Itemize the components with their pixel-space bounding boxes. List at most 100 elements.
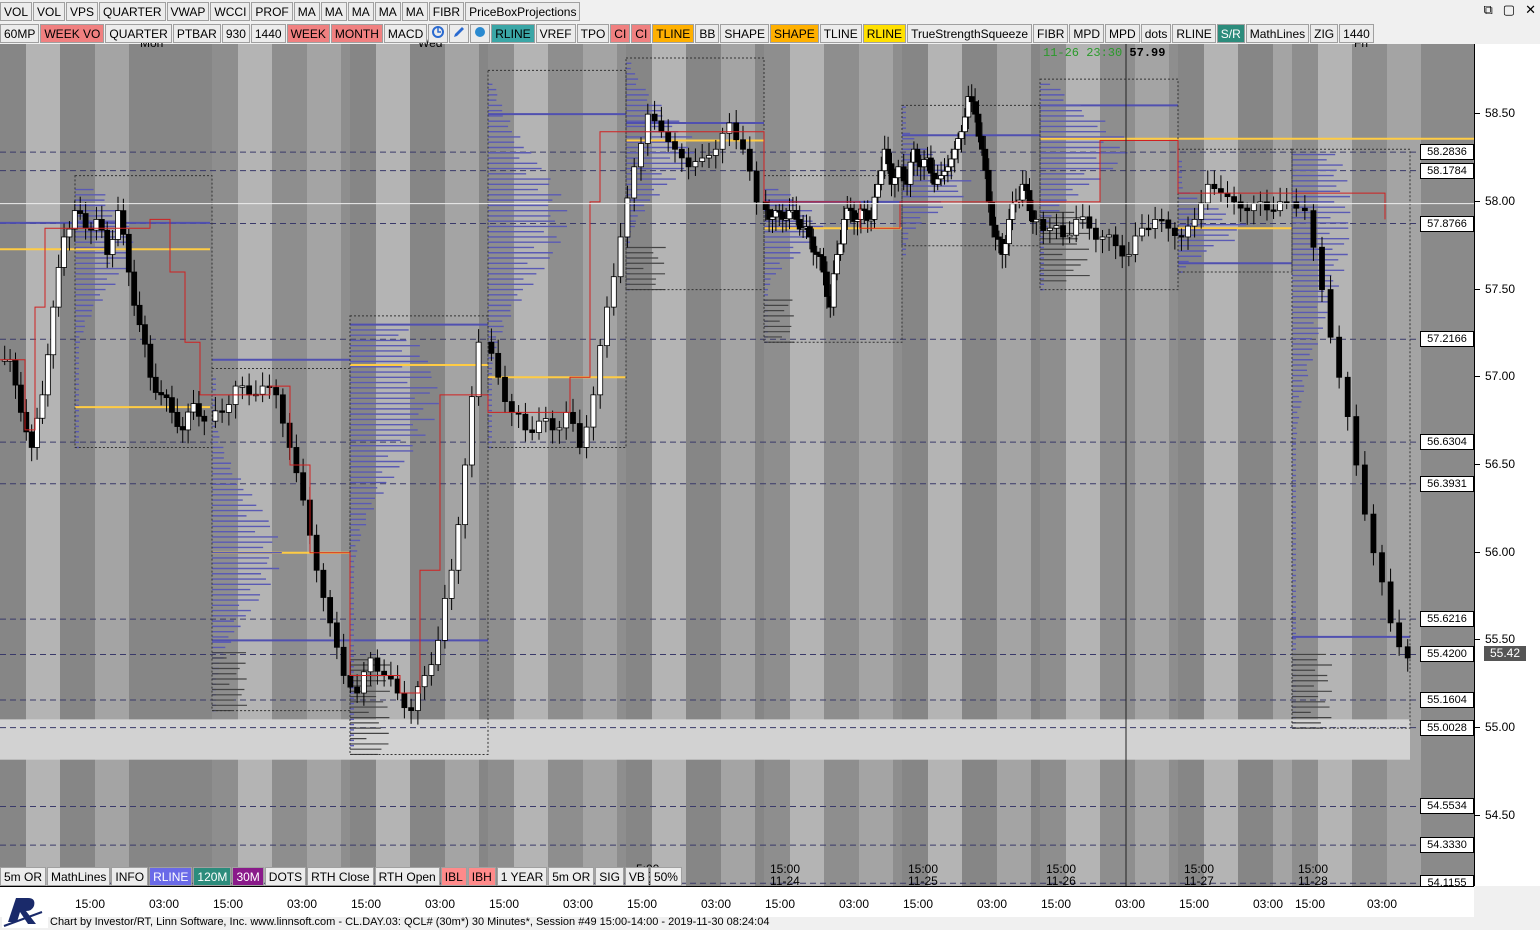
bottom-button-1-year[interactable]: 1 YEAR — [496, 866, 548, 886]
window-controls: ⧉ ▢ ✕ — [1484, 2, 1537, 18]
settings-icon[interactable] — [428, 23, 449, 43]
tb-button-1440[interactable]: 1440 — [250, 23, 286, 43]
bottom-button-5m-or[interactable]: 5m OR — [0, 866, 47, 886]
candle-body — [320, 569, 327, 598]
top-button-vol[interactable]: VOL — [33, 1, 66, 21]
candle-body — [644, 113, 651, 144]
tb-button-ci[interactable]: CI — [610, 23, 631, 43]
close-window-icon[interactable]: ✕ — [1525, 2, 1536, 18]
time-axis[interactable]: 15:00 03:00 15:00 03:00 15:00 03:00 15:00 03:00… — [0, 886, 1474, 917]
candle-body — [508, 401, 515, 413]
tb-button-fibr[interactable]: FIBR — [1033, 23, 1069, 43]
candle-body — [219, 410, 226, 413]
tb-button-bb[interactable]: BB — [695, 23, 720, 43]
bottom-button-rline[interactable]: RLINE — [149, 866, 193, 886]
candle-body — [1198, 202, 1205, 220]
top-button-prof[interactable]: PROF — [251, 1, 293, 21]
tb-button-s-r[interactable]: S/R — [1216, 23, 1245, 43]
tb-button-1440[interactable]: 1440 — [1339, 23, 1374, 43]
candle-body — [115, 210, 121, 240]
top-button-wcci[interactable]: WCCI — [210, 1, 251, 21]
tb-button-tpo[interactable]: TPO — [576, 23, 610, 43]
price-chart[interactable] — [0, 44, 1474, 886]
price-tick-label: 57.50 — [1474, 281, 1516, 296]
candle-body — [273, 387, 280, 396]
bottom-button-dots[interactable]: DOTS — [264, 866, 307, 886]
bottom-button-rth-close[interactable]: RTH Close — [307, 866, 374, 886]
tb-button-vref[interactable]: VREF — [535, 23, 576, 43]
candle-body — [340, 646, 347, 676]
top-button-ma[interactable]: MA — [401, 1, 428, 21]
candle-body — [408, 707, 415, 711]
bottom-button-ibl[interactable]: IBL — [440, 866, 467, 886]
top-button-ma[interactable]: MA — [374, 1, 401, 21]
tb-button-rline[interactable]: RLINE — [1172, 23, 1216, 43]
tb-button-mpd[interactable]: MPD — [1105, 23, 1140, 43]
top-button-fibr[interactable]: FIBR — [428, 1, 465, 21]
tb-button-rline[interactable]: RLINE — [491, 23, 535, 43]
tb-button-tline[interactable]: TLINE — [819, 23, 862, 43]
tb-button-dots[interactable]: dots — [1140, 23, 1172, 43]
candle-body — [104, 229, 111, 255]
bottom-button-rth-open[interactable]: RTH Open — [374, 866, 440, 886]
bottom-button-info[interactable]: INFO — [111, 866, 149, 886]
bottom-button-vb[interactable]: VB — [624, 866, 649, 886]
tb-button-60mp[interactable]: 60MP — [0, 23, 40, 43]
bottom-button-mathlines[interactable]: MathLines — [47, 866, 111, 886]
time-tick-label: 15:00 — [1040, 897, 1072, 911]
top-button-vps[interactable]: VPS — [66, 1, 99, 21]
price-level-label: 55.1604 — [1420, 691, 1474, 708]
price-tick-label: 54.50 — [1474, 807, 1516, 822]
tb-button-tline[interactable]: TLINE — [652, 23, 695, 43]
bottom-button-120m[interactable]: 120M — [193, 866, 232, 886]
top-button-ma[interactable]: MA — [347, 1, 374, 21]
candle-body — [190, 403, 197, 413]
tb-button-quarter[interactable]: QUARTER — [105, 23, 172, 43]
bottom-button-30m[interactable]: 30M — [232, 866, 264, 886]
tb-button-week-vo[interactable]: WEEK VO — [40, 23, 105, 43]
tb-button-shape[interactable]: SHAPE — [720, 23, 770, 43]
bottom-button-ibh[interactable]: IBH — [467, 866, 496, 886]
tb-button-930[interactable]: 930 — [221, 23, 250, 43]
refresh-icon[interactable] — [470, 23, 491, 43]
tb-button-truestrengthsqueeze[interactable]: TrueStrengthSqueeze — [907, 23, 1033, 43]
tb-button-ci[interactable]: CI — [631, 23, 652, 43]
top-button-ma[interactable]: MA — [320, 1, 347, 21]
time-tick-label: 15:00 — [350, 897, 382, 911]
candle-body — [441, 598, 448, 641]
candle-body — [1093, 227, 1099, 240]
candle-body — [672, 141, 678, 150]
tb-button-mathlines[interactable]: MathLines — [1245, 23, 1310, 43]
tb-button-rline[interactable]: RLINE — [862, 23, 907, 43]
top-button-ma[interactable]: MA — [293, 1, 320, 21]
bottom-button-5m-or[interactable]: 5m OR — [548, 866, 595, 886]
bottom-button-50-[interactable]: 50% — [649, 866, 682, 886]
price-tick-label: 55.00 — [1474, 720, 1516, 735]
tb-button-month[interactable]: MONTH — [330, 23, 383, 43]
top-button-vol[interactable]: VOL — [0, 1, 33, 21]
pencil-icon[interactable] — [449, 23, 470, 43]
candle-body — [1119, 245, 1126, 257]
tb-button-shape[interactable]: SHAPE — [770, 23, 819, 43]
tb-button-zig[interactable]: ZIG — [1310, 23, 1339, 43]
tb-button-mpd[interactable]: MPD — [1069, 23, 1105, 43]
candle-body — [475, 341, 482, 398]
price-tick-label: 58.00 — [1474, 193, 1516, 208]
top-button-priceboxprojections[interactable]: PriceBoxProjections — [465, 1, 581, 21]
bottom-button-sig[interactable]: SIG — [595, 866, 624, 886]
price-axis[interactable]: 58.50 58.00 57.50 57.00 56.50 56.00 55.50 55.00… — [1474, 44, 1540, 886]
top-button-quarter[interactable]: QUARTER — [99, 1, 166, 21]
chart-footer: Chart by Investor/RT, Linn Software, Inc… — [50, 916, 770, 928]
candle-body — [1026, 190, 1033, 212]
time-tick-label: 03:00 — [1114, 897, 1146, 911]
candle-body — [938, 175, 944, 180]
candle-body — [1023, 183, 1029, 191]
tb-button-week[interactable]: WEEK — [286, 23, 330, 43]
tb-button-ptbar[interactable]: PTBAR — [172, 23, 221, 43]
restore-window-icon[interactable]: ⧉ — [1484, 2, 1493, 18]
candle-body — [131, 271, 138, 306]
maximize-window-icon[interactable]: ▢ — [1503, 2, 1515, 18]
tb-button-macd[interactable]: MACD — [383, 23, 428, 43]
candle-body — [381, 670, 388, 676]
top-button-vwap[interactable]: VWAP — [166, 1, 210, 21]
